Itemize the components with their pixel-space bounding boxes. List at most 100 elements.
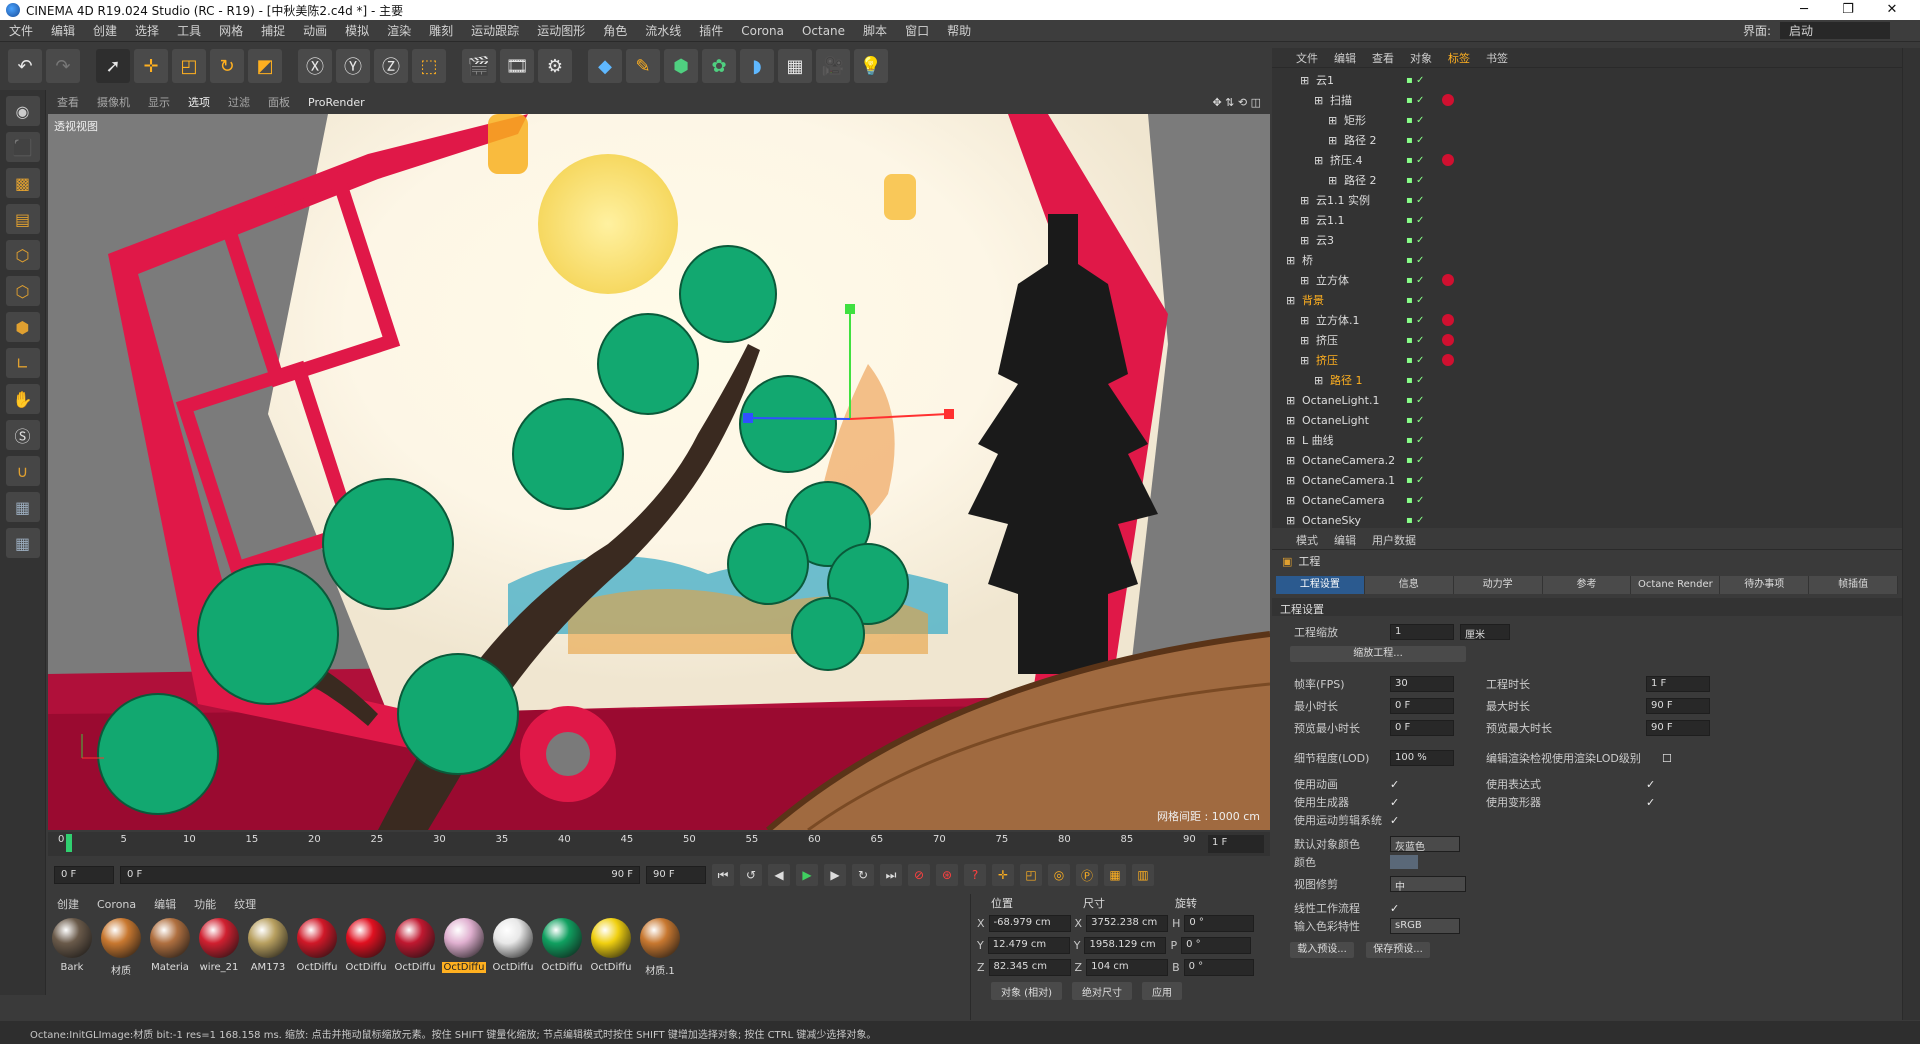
- viewport-nav-icon[interactable]: ✥ ⇅ ⟲ ◫: [1203, 96, 1270, 109]
- use-generators-checkbox[interactable]: ✓: [1390, 796, 1399, 809]
- mat-menu-corona[interactable]: Corona: [88, 898, 145, 911]
- tab-frame-interp[interactable]: 帧插值: [1809, 576, 1899, 594]
- object-row[interactable]: ⊞ 背景 ▪ ✓: [1272, 290, 1902, 310]
- menu-script[interactable]: 脚本: [854, 22, 896, 39]
- timeline-playhead[interactable]: [66, 834, 72, 852]
- magnet-icon[interactable]: ∪: [5, 456, 40, 486]
- menu-help[interactable]: 帮助: [938, 22, 980, 39]
- duration-field[interactable]: 1 F: [1646, 676, 1710, 692]
- min-time-field[interactable]: 0 F: [1390, 698, 1454, 714]
- maximize-button[interactable]: ❐: [1826, 0, 1870, 20]
- move-icon[interactable]: ✛: [134, 49, 168, 83]
- expand-icon[interactable]: ⊞: [1314, 94, 1323, 107]
- menu-sculpt[interactable]: 雕刻: [420, 22, 462, 39]
- points-mode-icon[interactable]: ⬡: [5, 240, 40, 270]
- material-item[interactable]: OctDiffu: [344, 918, 388, 977]
- obj-menu-object[interactable]: 对象: [1402, 50, 1440, 66]
- cloner-icon[interactable]: ✿: [702, 49, 736, 83]
- attr-menu-userdata[interactable]: 用户数据: [1364, 532, 1424, 548]
- visibility-icon[interactable]: ▪ ✓: [1406, 275, 1424, 286]
- tab-dynamics[interactable]: 动力学: [1453, 576, 1543, 594]
- layout-select[interactable]: 启动: [1780, 22, 1890, 39]
- edges-mode-icon[interactable]: ⬡: [5, 276, 40, 306]
- position-x-field[interactable]: -68.979 cm: [988, 914, 1071, 932]
- tweak-icon[interactable]: ✋: [5, 384, 40, 414]
- render-settings-icon[interactable]: ⚙: [538, 49, 572, 83]
- expand-icon[interactable]: ⊞: [1286, 514, 1295, 527]
- object-row[interactable]: ⊞ 立方体.1 ▪ ✓: [1272, 310, 1902, 330]
- visibility-icon[interactable]: ▪ ✓: [1406, 235, 1424, 246]
- record-icon[interactable]: ⊘: [908, 864, 930, 886]
- viewport-menu-filter[interactable]: 过滤: [219, 94, 259, 110]
- obj-menu-bookmarks[interactable]: 书签: [1478, 50, 1516, 66]
- next-key-icon[interactable]: ↻: [852, 864, 874, 886]
- prev-frame-icon[interactable]: ◀: [768, 864, 790, 886]
- start-frame-field[interactable]: 0 F: [54, 866, 114, 884]
- expand-icon[interactable]: ⊞: [1300, 274, 1309, 287]
- deformer-icon[interactable]: ◗: [740, 49, 774, 83]
- material-tag-icon[interactable]: [1442, 274, 1454, 286]
- grid-lock-icon[interactable]: ▦: [5, 528, 40, 558]
- axis-mode-icon[interactable]: ∟: [5, 348, 40, 378]
- obj-menu-view[interactable]: 查看: [1364, 50, 1402, 66]
- visibility-icon[interactable]: ▪ ✓: [1406, 515, 1424, 526]
- scale-project-button[interactable]: 缩放工程...: [1290, 646, 1466, 662]
- position-y-field[interactable]: 12.479 cm: [987, 936, 1070, 954]
- cube-icon[interactable]: ◆: [588, 49, 622, 83]
- obj-menu-edit[interactable]: 编辑: [1326, 50, 1364, 66]
- visibility-icon[interactable]: ▪ ✓: [1406, 315, 1424, 326]
- pen-icon[interactable]: ✎: [626, 49, 660, 83]
- next-frame-icon[interactable]: ▶: [824, 864, 846, 886]
- material-item[interactable]: Materia: [148, 918, 192, 977]
- expand-icon[interactable]: ⊞: [1300, 314, 1309, 327]
- attr-menu-mode[interactable]: 模式: [1288, 532, 1326, 548]
- fps-field[interactable]: 30: [1390, 676, 1454, 692]
- visibility-icon[interactable]: ▪ ✓: [1406, 215, 1424, 226]
- expand-icon[interactable]: ⊞: [1286, 254, 1295, 267]
- object-row[interactable]: ⊞ 桥 ▪ ✓: [1272, 250, 1902, 270]
- tab-project-settings[interactable]: 工程设置: [1276, 576, 1365, 594]
- render-view-icon[interactable]: 🎬: [462, 49, 496, 83]
- goto-start-icon[interactable]: ⏮: [712, 864, 734, 886]
- coord-mode-select[interactable]: 对象 (相对): [991, 982, 1062, 1000]
- tab-todo[interactable]: 待办事项: [1720, 576, 1810, 594]
- render-lod-checkbox[interactable]: ☐: [1662, 752, 1672, 765]
- attr-menu-edit[interactable]: 编辑: [1326, 532, 1364, 548]
- undo-icon[interactable]: ↶: [8, 49, 42, 83]
- visibility-icon[interactable]: ▪ ✓: [1406, 175, 1424, 186]
- visibility-icon[interactable]: ▪ ✓: [1406, 95, 1424, 106]
- mat-menu-texture[interactable]: 纹理: [225, 896, 265, 912]
- menu-snap[interactable]: 捕捉: [252, 22, 294, 39]
- polygons-mode-icon[interactable]: ⬢: [5, 312, 40, 342]
- visibility-icon[interactable]: ▪ ✓: [1406, 415, 1424, 426]
- menu-tools[interactable]: 工具: [168, 22, 210, 39]
- use-animation-checkbox[interactable]: ✓: [1390, 778, 1399, 791]
- scale-unit-select[interactable]: 厘米: [1460, 624, 1510, 641]
- apply-button[interactable]: 应用: [1141, 982, 1182, 1000]
- select-arrow-icon[interactable]: ➚: [96, 49, 130, 83]
- expand-icon[interactable]: ⊞: [1314, 154, 1323, 167]
- expand-icon[interactable]: ⊞: [1328, 114, 1337, 127]
- use-deformers-checkbox[interactable]: ✓: [1646, 796, 1655, 809]
- material-item[interactable]: OctDiffu: [393, 918, 437, 977]
- expand-icon[interactable]: ⊞: [1286, 294, 1295, 307]
- viewport-menu-prorender[interactable]: ProRender: [299, 96, 374, 109]
- visibility-icon[interactable]: ▪ ✓: [1406, 135, 1424, 146]
- object-row[interactable]: ⊞ 路径 2 ▪ ✓: [1272, 130, 1902, 150]
- model-mode-icon[interactable]: ⬛: [5, 132, 40, 162]
- object-row[interactable]: ⊞ 路径 2 ▪ ✓: [1272, 170, 1902, 190]
- mat-menu-create[interactable]: 创建: [48, 896, 88, 912]
- object-row[interactable]: ⊞ 立方体 ▪ ✓: [1272, 270, 1902, 290]
- object-row[interactable]: ⊞ OctaneCamera.2 ▪ ✓: [1272, 450, 1902, 470]
- visibility-icon[interactable]: ▪ ✓: [1406, 375, 1424, 386]
- visibility-icon[interactable]: ▪ ✓: [1406, 355, 1424, 366]
- menu-pipeline[interactable]: 流水线: [636, 22, 690, 39]
- expand-icon[interactable]: ⊞: [1286, 394, 1295, 407]
- material-item[interactable]: OctDiffu: [589, 918, 633, 977]
- y-axis-icon[interactable]: Ⓨ: [336, 49, 370, 83]
- visibility-icon[interactable]: ▪ ✓: [1406, 395, 1424, 406]
- floor-icon[interactable]: ▦: [778, 49, 812, 83]
- current-frame-field[interactable]: 1 F: [1208, 835, 1264, 853]
- scale-icon[interactable]: ◰: [172, 49, 206, 83]
- load-preset-button[interactable]: 载入预设...: [1290, 942, 1354, 958]
